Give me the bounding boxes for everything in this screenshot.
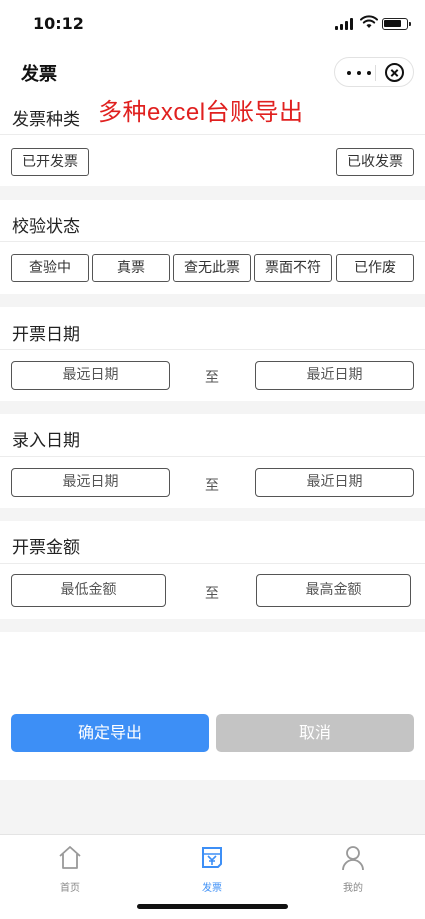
tab-label: 我的 (343, 883, 363, 894)
page-title: 发票 (21, 64, 57, 85)
option-checking[interactable]: 查验中 (11, 254, 89, 282)
home-icon (59, 846, 81, 869)
divider (0, 456, 425, 457)
option-mismatch[interactable]: 票面不符 (254, 254, 332, 282)
status-bar: 10:12 (0, 0, 425, 48)
divider (0, 563, 425, 564)
amount-section: 开票金额 最低金额 至 最高金额 (0, 521, 425, 619)
issue-date-from[interactable]: 最远日期 (11, 361, 170, 390)
cancel-button[interactable]: 取消 (216, 714, 414, 752)
range-separator: 至 (205, 478, 219, 494)
amount-title: 开票金额 (12, 538, 80, 558)
verify-status-section: 校验状态 查验中 真票 查无此票 票面不符 已作废 (0, 200, 425, 294)
entry-date-section: 录入日期 最远日期 至 最近日期 (0, 414, 425, 508)
user-icon (342, 846, 364, 871)
verify-status-title: 校验状态 (12, 217, 80, 237)
capsule-divider (375, 65, 376, 81)
action-area (0, 632, 425, 780)
divider (0, 241, 425, 242)
tab-invoice[interactable]: 发票 (182, 843, 242, 894)
range-separator: 至 (205, 370, 219, 386)
range-separator: 至 (205, 586, 219, 602)
tab-label: 首页 (60, 883, 80, 894)
confirm-export-button[interactable]: 确定导出 (11, 714, 209, 752)
invoice-type-title: 发票种类 (12, 110, 80, 130)
amount-max[interactable]: 最高金额 (256, 574, 411, 607)
wifi-icon (360, 15, 378, 28)
option-voided[interactable]: 已作废 (336, 254, 414, 282)
promo-banner-text: 多种excel台账导出 (98, 99, 304, 126)
invoice-export-screen: 10:12 发票 发票种类 已开发票 已收发票 多种excel台账导出 校验状态… (0, 0, 425, 919)
divider (0, 349, 425, 350)
issue-date-title: 开票日期 (12, 325, 80, 345)
entry-date-from[interactable]: 最远日期 (11, 468, 170, 497)
tab-mine[interactable]: 我的 (323, 843, 383, 894)
invoice-icon (202, 847, 222, 868)
close-icon[interactable] (385, 63, 404, 82)
tab-label: 发票 (202, 883, 222, 894)
entry-date-to[interactable]: 最近日期 (255, 468, 414, 497)
issue-date-section: 开票日期 最远日期 至 最近日期 (0, 307, 425, 401)
tab-home[interactable]: 首页 (40, 843, 100, 894)
option-not-found[interactable]: 查无此票 (173, 254, 251, 282)
option-issued-invoice[interactable]: 已开发票 (11, 148, 89, 176)
status-time: 10:12 (33, 14, 84, 33)
more-icon[interactable] (347, 71, 371, 75)
home-indicator (137, 904, 288, 909)
option-received-invoice[interactable]: 已收发票 (336, 148, 414, 176)
issue-date-to[interactable]: 最近日期 (255, 361, 414, 390)
mini-program-capsule (334, 57, 414, 87)
entry-date-title: 录入日期 (12, 431, 80, 451)
battery-icon (382, 18, 411, 30)
amount-min[interactable]: 最低金额 (11, 574, 166, 607)
navigation-bar: 发票 (0, 48, 425, 96)
divider (0, 134, 425, 135)
cellular-signal-icon (335, 18, 355, 30)
option-genuine[interactable]: 真票 (92, 254, 170, 282)
